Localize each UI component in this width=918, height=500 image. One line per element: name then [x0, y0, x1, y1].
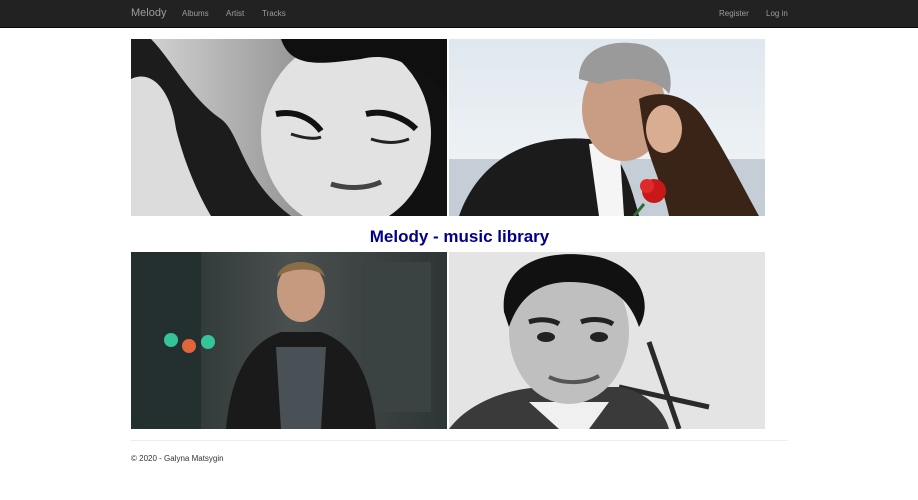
nav-tracks-link[interactable]: Tracks	[262, 0, 286, 27]
nav-artist-link[interactable]: Artist	[226, 0, 244, 27]
man-bw-portrait-photo	[449, 252, 765, 429]
footer-divider	[131, 440, 788, 441]
top-navbar: Melody Albums Artist Tracks Register Log…	[0, 0, 918, 28]
register-link[interactable]: Register	[719, 0, 749, 27]
woman-bw-portrait-photo	[131, 39, 447, 216]
brand-link[interactable]: Melody	[131, 0, 166, 27]
login-link[interactable]: Log in	[766, 0, 788, 27]
nav-albums-link[interactable]: Albums	[182, 0, 209, 27]
footer-copyright: © 2020 - Galyna Matsygin	[131, 454, 224, 463]
page-title: Melody - music library	[369, 227, 550, 246]
man-leather-jacket-photo	[131, 252, 447, 429]
couple-with-rose-photo	[449, 39, 765, 216]
